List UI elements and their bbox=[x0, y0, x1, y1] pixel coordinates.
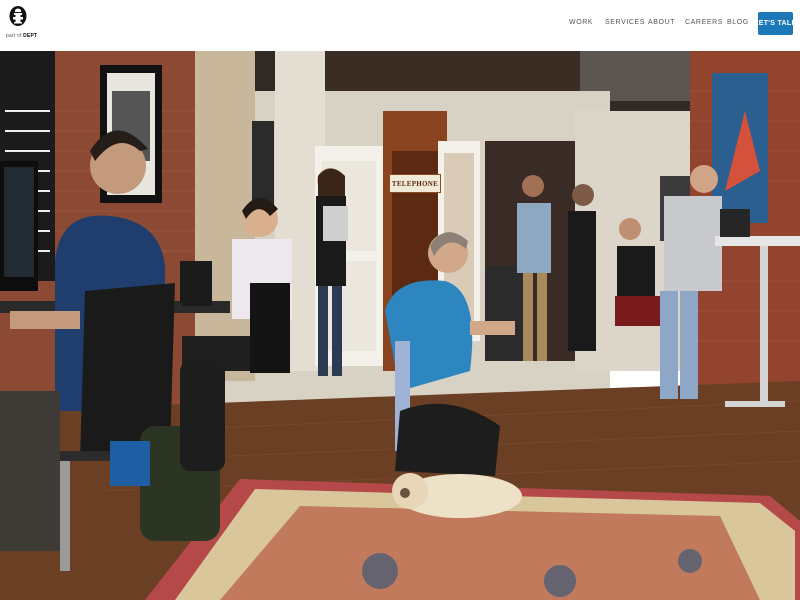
nav-services[interactable]: SERVICES bbox=[605, 19, 645, 26]
telephone-sign: TELEPHONE bbox=[389, 174, 441, 193]
brand-prefix: part of bbox=[6, 33, 22, 39]
nav-work[interactable]: WORK bbox=[569, 19, 593, 26]
office-scene bbox=[0, 51, 800, 600]
brand-name: DEPT bbox=[23, 33, 38, 39]
fire-hydrant-icon bbox=[9, 6, 27, 26]
nav-about[interactable]: ABOUT bbox=[648, 19, 675, 26]
brand-logo[interactable]: part of DEPT bbox=[6, 6, 37, 42]
brand-wordmark: part of DEPT bbox=[6, 33, 37, 39]
nav-careers[interactable]: CAREERS bbox=[685, 19, 723, 26]
nav-blog[interactable]: BLOG bbox=[727, 19, 749, 26]
site-header: part of DEPT WORK SERVICES ABOUT CAREERS… bbox=[0, 0, 800, 51]
lets-talk-button[interactable]: LET'S TALK bbox=[754, 12, 797, 35]
hero-image: TELEPHONE bbox=[0, 51, 800, 600]
